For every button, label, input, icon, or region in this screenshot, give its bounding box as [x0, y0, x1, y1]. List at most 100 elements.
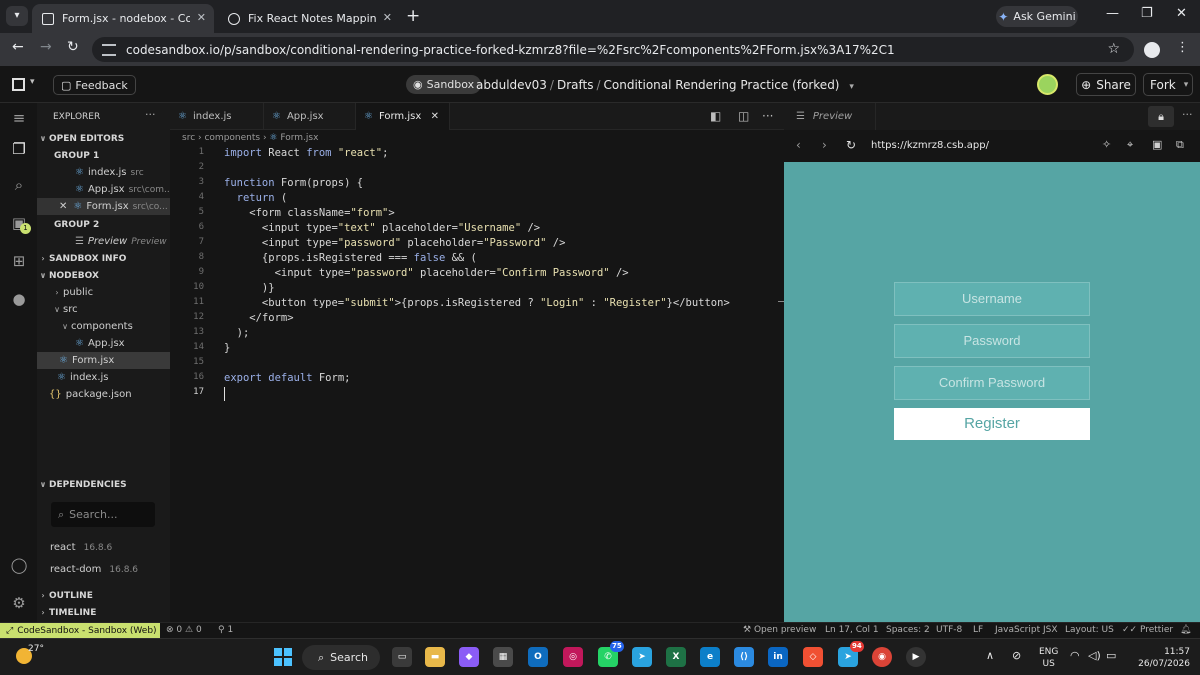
more-actions-icon[interactable]: ···	[145, 108, 156, 121]
editor-tab-app[interactable]: ⚛ App.jsx	[264, 103, 356, 130]
breadcrumb-owner[interactable]: abduldev03	[476, 78, 547, 92]
menu-icon[interactable]: ≡	[9, 108, 29, 128]
code-line[interactable]: 17	[170, 387, 770, 402]
open-editor-preview[interactable]: ☰ Preview Preview	[37, 233, 170, 250]
input-language[interactable]: ENG US	[1039, 646, 1058, 670]
browser-tab-form[interactable]: Form.jsx - nodebox - CodeSandbox ✕	[32, 4, 214, 33]
code-line[interactable]: 12 </form>	[170, 312, 770, 327]
confirm-password-input[interactable]: Confirm Password	[894, 366, 1090, 400]
editor-tab-form[interactable]: ⚛ Form.jsx ✕	[356, 103, 450, 130]
close-tab-icon[interactable]: ✕	[431, 111, 439, 122]
open-preview-button[interactable]: ⚒ Open preview	[743, 625, 816, 635]
store-icon[interactable]: ▦	[493, 647, 513, 667]
copilot-icon[interactable]: ◆	[459, 647, 479, 667]
timeline-section[interactable]: › TIMELINE	[37, 604, 170, 621]
back-arrow-icon[interactable]: ←	[12, 39, 24, 55]
username-input[interactable]: Username	[894, 282, 1090, 316]
tree-folder-src[interactable]: ∨ src	[37, 301, 170, 318]
wifi-icon[interactable]: ◠	[1070, 649, 1080, 662]
edge-icon[interactable]: e	[700, 647, 720, 667]
tree-folder-components[interactable]: ∨ components	[37, 318, 170, 335]
telegram-pinned-icon[interactable]: ➤ 94	[838, 641, 864, 667]
breadcrumb-item[interactable]: components	[204, 133, 260, 143]
code-line[interactable]: 13 );	[170, 327, 770, 342]
profile-avatar-icon[interactable]	[1144, 42, 1160, 58]
close-tab-icon[interactable]: ✕	[197, 11, 206, 24]
outlook-icon[interactable]: O	[528, 647, 548, 667]
code-line[interactable]: 6 <input type="text" placeholder="Userna…	[170, 222, 770, 237]
line-ending[interactable]: LF	[973, 625, 983, 635]
code-line[interactable]: 11 <button type="submit">{props.isRegist…	[170, 297, 770, 312]
files-icon[interactable]: ❐	[9, 139, 29, 159]
nodebox-section[interactable]: ∨ NODEBOX	[37, 267, 170, 284]
open-editor-app[interactable]: ⚛ App.jsx src\com...	[37, 181, 170, 198]
cursor-position[interactable]: Ln 17, Col 1	[825, 625, 879, 635]
notifications-bell-icon[interactable]: 🔔︎	[1180, 625, 1191, 635]
more-actions-icon[interactable]: ···	[762, 109, 773, 123]
new-tab-button[interactable]: +	[406, 6, 420, 26]
lock-icon[interactable]: 🔒︎	[1148, 106, 1174, 127]
tab-search-button[interactable]: ▾	[6, 6, 28, 26]
minimize-icon[interactable]: —	[1106, 6, 1119, 21]
tree-file-form[interactable]: ⚛ Form.jsx	[37, 352, 170, 369]
register-button[interactable]: Register	[894, 408, 1090, 440]
taskbar-search[interactable]: ⌕ Search	[302, 645, 380, 670]
code-line[interactable]: 5 <form className="form">	[170, 207, 770, 222]
file-explorer-icon[interactable]: ▬	[425, 647, 445, 667]
dependency-react-dom[interactable]: react-dom 16.8.6	[50, 564, 138, 575]
code-line[interactable]: 3 function Form(props) {	[170, 177, 770, 192]
restore-icon[interactable]: ❐	[1141, 6, 1153, 21]
breadcrumb-item[interactable]: src	[182, 133, 195, 143]
chevron-down-icon[interactable]: ▾	[1184, 80, 1189, 90]
codesandbox-logo-icon[interactable]	[12, 78, 25, 91]
telegram-icon[interactable]: ➤	[632, 647, 652, 667]
browser-menu-icon[interactable]: ⋮	[1176, 40, 1189, 55]
address-bar[interactable]: codesandbox.io/p/sandbox/conditional-ren…	[92, 37, 1134, 62]
sandbox-breadcrumb[interactable]: abduldev03/Drafts / Conditional Rendering …	[476, 78, 854, 92]
more-actions-icon[interactable]: ···	[1182, 108, 1193, 121]
browser-tab-gemini[interactable]: Fix React Notes Mapping ✕	[218, 4, 400, 33]
close-window-icon[interactable]: ✕	[1176, 6, 1187, 21]
feedback-button[interactable]: ▢ Feedback	[53, 75, 136, 95]
dependencies-section[interactable]: ∨ DEPENDENCIES	[37, 476, 170, 493]
open-editor-index[interactable]: ⚛ index.js src	[37, 164, 170, 181]
ask-gemini-button[interactable]: ✦ Ask Gemini	[996, 6, 1078, 27]
user-avatar[interactable]	[1037, 74, 1058, 95]
forward-arrow-icon[interactable]: ›	[822, 138, 827, 152]
app-icon[interactable]: ◎	[563, 647, 583, 667]
ports-indicator[interactable]: ⚲ 1	[218, 625, 233, 635]
close-editor-icon[interactable]: ✕	[59, 201, 67, 212]
remote-indicator[interactable]: ⤢ CodeSandbox - Sandbox (Web)	[0, 623, 160, 639]
git-icon[interactable]: ◇	[803, 647, 823, 667]
battery-icon[interactable]: ▭	[1106, 649, 1116, 662]
settings-gear-icon[interactable]: ⚙	[9, 593, 29, 613]
group-2-header[interactable]: GROUP 2	[37, 216, 170, 233]
system-clock[interactable]: 11:57 26/07/2026	[1134, 646, 1190, 670]
chrome-icon[interactable]: ◉	[872, 647, 892, 667]
console-icon[interactable]: ▣	[1152, 138, 1162, 151]
github-icon[interactable]: ●	[9, 289, 29, 309]
tray-chevron-up-icon[interactable]: ∧	[986, 649, 994, 662]
task-view-icon[interactable]: ▭	[392, 647, 412, 667]
back-arrow-icon[interactable]: ‹	[796, 138, 801, 152]
bookmark-star-icon[interactable]: ☆	[1107, 41, 1120, 57]
code-line[interactable]: 1 import React from "react";	[170, 147, 770, 162]
breadcrumb-sandbox-name[interactable]: Conditional Rendering Practice (forked)	[604, 78, 840, 92]
terminal-icon[interactable]: ▣ 1	[9, 213, 31, 234]
encoding[interactable]: UTF-8	[936, 625, 962, 635]
tree-file-package-json[interactable]: {} package.json	[37, 386, 170, 403]
search-icon[interactable]: ⌕	[9, 175, 29, 195]
linkedin-icon[interactable]: in	[768, 647, 788, 667]
volume-icon[interactable]: ◁)	[1088, 649, 1101, 662]
code-line[interactable]: 15	[170, 357, 770, 372]
open-editor-form[interactable]: ✕ ⚛ Form.jsx src\co...	[37, 198, 170, 215]
code-line[interactable]: 4 return (	[170, 192, 770, 207]
share-button[interactable]: ⊕ Share	[1076, 73, 1136, 96]
forward-arrow-icon[interactable]: →	[40, 39, 52, 55]
vscode-icon[interactable]: ⟨⟩	[734, 647, 754, 667]
preview-tab[interactable]: ☰ Preview	[784, 103, 876, 130]
extensions-icon[interactable]: ⊞	[9, 251, 29, 271]
outline-section[interactable]: › OUTLINE	[37, 587, 170, 604]
site-info-icon[interactable]	[102, 43, 116, 56]
reload-icon[interactable]: ↻	[67, 39, 79, 55]
